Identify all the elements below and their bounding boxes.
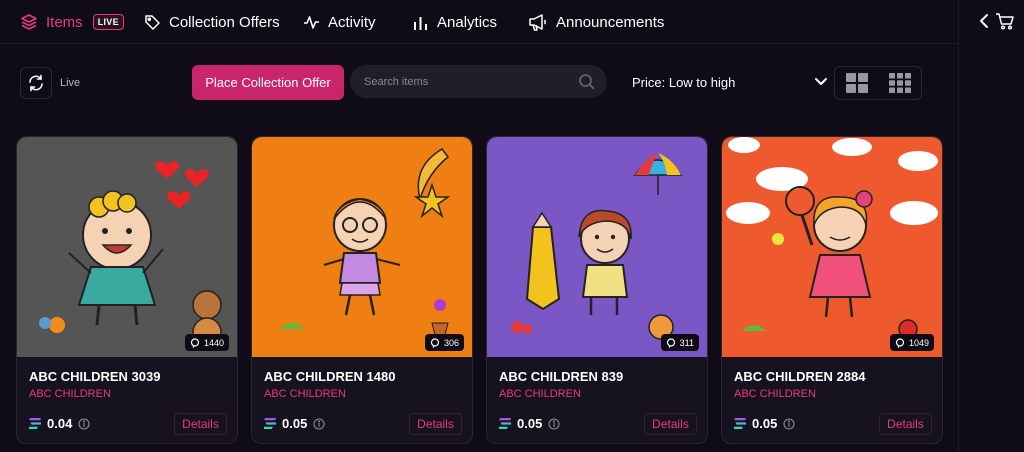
item-title[interactable]: ABC CHILDREN 839 (499, 369, 623, 384)
search-box (350, 65, 607, 98)
item-title[interactable]: ABC CHILDREN 3039 (29, 369, 160, 384)
info-icon[interactable] (313, 417, 325, 430)
item-collection[interactable]: ABC CHILDREN (734, 388, 816, 400)
info-icon[interactable] (548, 417, 560, 430)
chevron-left-icon[interactable] (979, 13, 989, 29)
chevron-down-icon (815, 78, 827, 85)
item-image[interactable]: 311 (487, 137, 707, 357)
price-value: 0.04 (47, 416, 73, 431)
small-grid-icon[interactable] (888, 73, 911, 93)
solana-icon (734, 418, 746, 429)
search-icon[interactable] (578, 73, 595, 90)
item-image[interactable]: 1049 (722, 137, 942, 357)
items-toolbar: Live Place Collection Offer Price: Low t… (0, 60, 958, 104)
right-rail (958, 0, 1024, 452)
solana-icon (264, 418, 276, 429)
details-button[interactable]: Details (879, 413, 932, 435)
bar-chart-icon (414, 16, 427, 30)
solana-icon (499, 418, 511, 429)
price-value: 0.05 (282, 416, 308, 431)
tab-collection-offers-label: Collection Offers (169, 13, 280, 31)
details-button[interactable]: Details (644, 413, 697, 435)
sort-value: Price: Low to high (632, 74, 736, 90)
collection-nav: Items LIVE Collection Offers Activity An… (0, 0, 958, 44)
tag-icon (145, 14, 160, 30)
item-title[interactable]: ABC CHILDREN 2884 (734, 369, 865, 384)
item-artwork (511, 153, 683, 340)
item-artwork (280, 148, 451, 336)
tab-activity-label: Activity (328, 13, 376, 31)
tab-analytics-label: Analytics (437, 13, 498, 31)
cart-icon[interactable] (995, 12, 1015, 30)
item-price: 0.05 (264, 416, 325, 431)
eye-icon (190, 337, 200, 348)
price-value: 0.05 (752, 416, 778, 431)
tab-collection-offers[interactable]: Collection Offers (144, 0, 280, 44)
item-image[interactable]: 1440 (17, 137, 237, 357)
item-price: 0.04 (29, 416, 90, 431)
search-input[interactable] (364, 65, 574, 98)
item-price: 0.05 (734, 416, 795, 431)
item-artwork (39, 161, 222, 347)
details-button[interactable]: Details (409, 413, 462, 435)
refresh-icon (29, 74, 43, 92)
sort-select[interactable]: Price: Low to high (632, 68, 828, 96)
views-badge: 1049 (889, 334, 934, 351)
tab-items[interactable]: Items LIVE (20, 0, 124, 44)
item-card[interactable]: 311 ABC CHILDREN 839 ABC CHILDREN 0.05 D… (486, 136, 708, 444)
eye-icon (895, 337, 905, 348)
views-count: 1049 (908, 337, 929, 348)
item-collection[interactable]: ABC CHILDREN (264, 388, 346, 400)
tab-announcements[interactable]: Announcements (528, 0, 664, 44)
views-count: 1440 (203, 337, 224, 348)
item-price: 0.05 (499, 416, 560, 431)
info-icon[interactable] (783, 417, 795, 430)
info-icon[interactable] (78, 417, 90, 430)
refresh-button[interactable] (20, 67, 52, 99)
item-artwork (726, 137, 938, 339)
views-count: 306 (443, 337, 459, 348)
tab-items-label: Items (46, 13, 83, 31)
item-title[interactable]: ABC CHILDREN 1480 (264, 369, 395, 384)
views-count: 311 (679, 337, 694, 348)
item-collection[interactable]: ABC CHILDREN (29, 388, 111, 400)
views-badge: 311 (660, 334, 699, 351)
place-collection-offer-button[interactable]: Place Collection Offer (192, 65, 344, 100)
layers-icon (21, 14, 37, 30)
item-image[interactable]: 306 (252, 137, 472, 357)
view-toggle (834, 66, 922, 100)
tab-analytics[interactable]: Analytics (412, 0, 497, 44)
item-card[interactable]: 1440 ABC CHILDREN 3039 ABC CHILDREN 0.04… (16, 136, 238, 444)
megaphone-icon (529, 14, 546, 31)
activity-icon (304, 15, 319, 29)
live-label: Live (60, 77, 81, 89)
item-collection[interactable]: ABC CHILDREN (499, 388, 581, 400)
details-button[interactable]: Details (174, 413, 227, 435)
large-grid-icon[interactable] (845, 73, 868, 93)
eye-icon (666, 337, 675, 348)
tab-announcements-label: Announcements (556, 13, 665, 31)
price-value: 0.05 (517, 416, 543, 431)
tab-activity[interactable]: Activity (303, 0, 376, 44)
eye-icon (430, 337, 440, 348)
views-badge: 306 (424, 334, 464, 351)
views-badge: 1440 (184, 334, 229, 351)
solana-icon (29, 418, 41, 429)
live-badge: LIVE (92, 14, 124, 30)
item-card[interactable]: 1049 ABC CHILDREN 2884 ABC CHILDREN 0.05… (721, 136, 943, 444)
item-card[interactable]: 306 ABC CHILDREN 1480 ABC CHILDREN 0.05 … (251, 136, 473, 444)
